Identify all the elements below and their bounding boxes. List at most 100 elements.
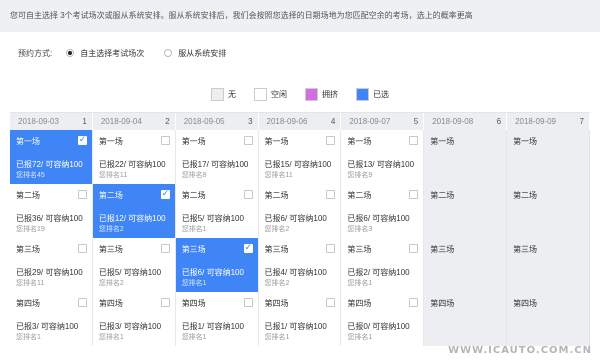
session-checkbox[interactable] [77,298,87,307]
session-cell: 第三场 [507,238,590,292]
session-checkbox[interactable] [409,190,419,199]
capacity-text: 已报4/ 可容纳100 [264,268,327,277]
session-cell[interactable]: 第二场已报12/ 可容纳100 您排名2 [92,184,176,238]
radio-system-assign[interactable]: 服从系统安排 [164,48,226,59]
day-number: 7 [579,117,584,126]
session-cell[interactable]: 第四场 已报3/ 可容纳100 您排名1 [10,292,93,346]
session-row: 第二场已报36/ 可容纳100您排名19第二场已报12/ 可容纳100您排名2第… [10,184,590,238]
session-cell[interactable]: 第二场已报5/ 可容纳100 您排名1 [175,184,259,238]
date-label: 2018-09-05 [183,117,225,126]
rank-text: 您排名9 [347,172,373,179]
session-cell[interactable]: 第一场 已报13/ 可容纳100 您排名9 [341,130,425,184]
session-cell[interactable]: 第二场 已报6/ 可容纳100 您排名3 [341,184,425,238]
booking-method-row: 预约方式: 自主选择考试场次 服从系统安排 [0,32,600,74]
legend-swatch [254,87,267,101]
session-name: 第三场 [98,245,123,254]
date-header: 2018-09-09 7 [507,113,590,130]
date-label: 2018-09-04 [100,117,142,126]
session-checkbox[interactable] [409,244,419,253]
session-name: 第二场 [181,191,206,200]
rank-text: 您排名11 [264,172,293,179]
session-cell[interactable]: 第一场 已报17/ 可容纳100 您排名8 [175,130,259,184]
rank-text: 您排名1 [347,280,373,287]
session-cell: 第一场 [424,130,508,184]
radio-unselected-icon[interactable] [164,49,173,57]
session-cell[interactable]: 第二场 已报36/ 可容纳100 您排名19 [10,184,93,238]
session-checkbox[interactable] [160,136,170,145]
legend-label: 无 [228,89,236,99]
session-cell[interactable]: 第四场 已报3/ 可容纳100 您排名1 [92,292,176,346]
booking-method-label: 预约方式: [18,48,53,58]
rank-text: 您排名19 [16,226,45,233]
session-cell[interactable]: 第一场已报72/ 可容纳100您排名45 [10,130,93,184]
rank-text: 您排名11 [98,172,128,179]
rank-text: 您排名1 [16,334,41,341]
legend-item: 无 [211,87,236,101]
session-checkbox[interactable] [243,242,253,253]
session-cell[interactable]: 第三场 已报4/ 可容纳100 您排名2 [258,238,342,292]
session-checkbox[interactable] [409,298,419,307]
session-cell[interactable]: 第二场 已报6/ 可容纳100 您排名2 [258,184,342,238]
capacity-text: 已报17/ 可容纳100 [181,160,249,169]
session-cell[interactable]: 第三场 已报2/ 可容纳100 您排名1 [341,238,425,292]
legend-swatch [211,87,224,101]
capacity-text: 已报6/ 可容纳100 [347,214,410,223]
capacity-text: 已报6/ 可容纳100 [181,268,244,277]
session-rows: 第一场已报72/ 可容纳100 您排名45 第一场已报22/ 可容纳100 您排名11… [10,130,590,346]
day-number: 4 [330,117,336,126]
session-cell[interactable]: 第四场 已报0/ 可容纳100 您排名1 [341,292,425,346]
capacity-text: 已报72/ 可容纳100 [16,160,83,169]
date-header: 2018-09-05 3 [176,113,259,130]
session-checkbox[interactable] [77,134,87,145]
session-cell[interactable]: 第三场已报6/ 可容纳100 您排名1 [175,238,259,292]
session-checkbox[interactable] [160,298,170,307]
session-cell[interactable]: 第三场 已报29/ 可容纳100 您排名11 [10,238,93,292]
session-checkbox[interactable] [243,190,253,199]
capacity-text: 已报5/ 可容纳100 [181,214,244,223]
capacity-text: 已报36/ 可容纳100 [16,214,83,223]
rank-text: 您排名3 [347,226,373,233]
date-label: 2018-09-08 [432,117,474,126]
session-checkbox[interactable] [326,298,336,307]
session-cell[interactable]: 第四场 已报1/ 可容纳100 您排名1 [258,292,342,346]
capacity-text: 已报2/ 可容纳100 [347,268,410,277]
capacity-text: 已报15/ 可容纳100 [264,160,332,169]
session-checkbox[interactable] [326,244,336,253]
capacity-text: 已报12/ 可容纳100 [98,214,166,223]
session-cell[interactable]: 第四场 已报1/ 可容纳100 您排名1 [175,292,259,346]
session-cell[interactable]: 第一场 已报22/ 可容纳100 您排名11 [92,130,176,184]
day-number: 6 [496,117,502,126]
session-checkbox[interactable] [243,298,253,307]
day-number: 2 [165,117,170,126]
session-row: 第一场已报72/ 可容纳100 您排名45 第一场已报22/ 可容纳100 您排名11… [10,130,590,184]
session-checkbox[interactable] [243,136,253,145]
session-cell[interactable]: 第三场 已报5/ 可容纳100 您排名2 [92,238,176,292]
legend-label: 拥挤 [322,89,338,99]
capacity-text: 已报1/ 可容纳100 [264,322,327,331]
rank-text: 您排名1 [181,226,207,233]
session-checkbox[interactable] [160,244,170,253]
notice-bar: 您可自主选择 3个考试场次或服从系统安排。服从系统安排后，我们会按照您选择的日期… [0,0,600,32]
session-cell[interactable]: 第一场 已报15/ 可容纳100 您排名11 [258,130,342,184]
rank-text: 您排名2 [264,280,290,287]
rank-text: 您排名8 [181,172,207,179]
rank-text: 您排名1 [98,334,124,341]
session-checkbox[interactable] [77,244,87,253]
legend-swatch [305,87,318,101]
radio-selected-icon[interactable] [66,49,75,57]
session-row: 第三场 已报29/ 可容纳100 您排名11 第三场 已报5/ 可容纳100 您排名2 第三… [10,238,590,292]
capacity-text: 已报3/ 可容纳100 [98,322,162,331]
rank-text: 您排名45 [16,172,45,179]
session-checkbox[interactable] [160,188,170,199]
session-checkbox[interactable] [409,136,419,145]
day-number: 5 [413,117,419,126]
day-number: 1 [82,117,87,126]
capacity-text: 已报13/ 可容纳100 [347,160,415,169]
rank-text: 您排名2 [98,280,124,287]
date-header: 2018-09-06 4 [259,113,342,130]
session-checkbox[interactable] [77,190,87,199]
capacity-text: 已报3/ 可容纳100 [16,322,79,331]
radio-self-select[interactable]: 自主选择考试场次 [66,48,144,59]
session-checkbox[interactable] [326,190,336,199]
session-checkbox[interactable] [326,136,336,145]
